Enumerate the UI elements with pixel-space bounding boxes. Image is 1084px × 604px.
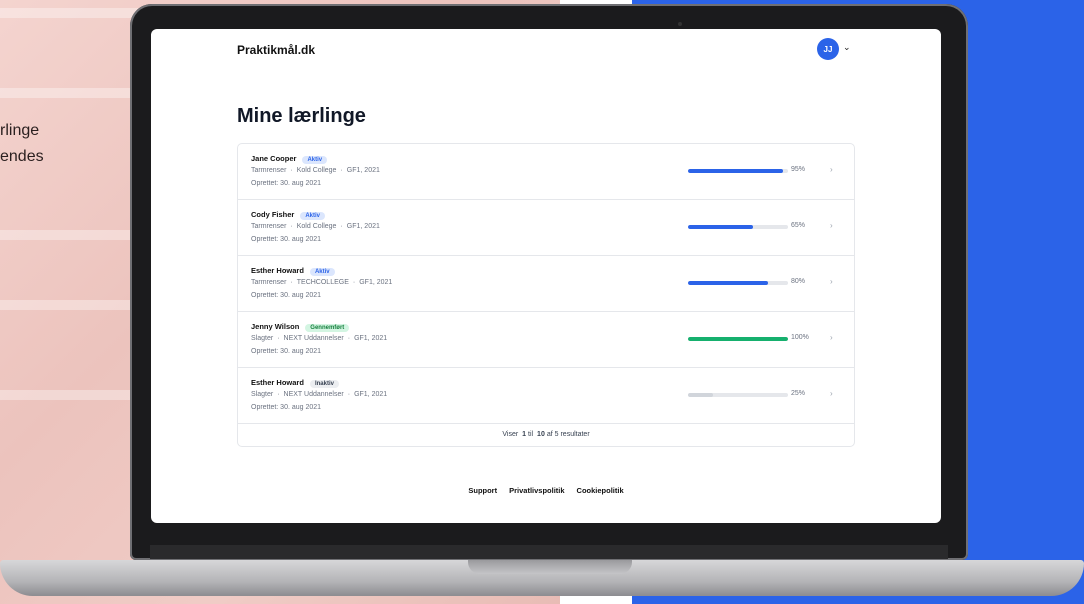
apprentice-name-text: Jane Cooper (251, 154, 297, 163)
apprentice-details: Slagter · NEXT Uddannelser · GF1, 2021 (251, 335, 387, 342)
apprentice-details: Tarmrenser · Kold College · GF1, 2021 (251, 167, 380, 174)
progress-percent: 95% (791, 166, 806, 173)
brand-logo[interactable]: Praktikmål.dk (237, 43, 315, 57)
status-badge: Gennemført (305, 324, 350, 332)
list-item[interactable]: Esther Howard Inaktiv Slagter · NEXT Uddann… (238, 368, 854, 424)
trade-text: Tarmrenser (251, 167, 287, 174)
status-badge: Inaktiv (309, 380, 339, 388)
school-text: NEXT Uddannelser (283, 391, 344, 398)
apprentice-name-text: Esther Howard (251, 378, 304, 387)
apprentice-name: Jane Cooper Aktiv (251, 154, 328, 164)
trade-text: Tarmrenser (251, 223, 287, 230)
chevron-right-icon[interactable]: › (830, 221, 833, 230)
side-caption-line: endes (0, 148, 44, 165)
pager-from: 1 (522, 430, 527, 438)
separator-dot: · (340, 167, 343, 174)
status-badge: Aktiv (302, 156, 328, 164)
separator-dot: · (340, 223, 343, 230)
pager-to: 10 (537, 430, 545, 438)
app-screen: Praktikmål.dk JJ ⌄ Mine lærlinge Jane Co… (151, 29, 941, 523)
progress-percent: 65% (791, 222, 806, 229)
created-date: Oprettet: 30. aug 2021 (251, 236, 322, 243)
progress-bar (688, 337, 788, 341)
pager-suffix: af 5 resultater (546, 430, 590, 438)
separator-dot: · (290, 279, 293, 286)
apprentice-details: Slagter · NEXT Uddannelser · GF1, 2021 (251, 391, 387, 398)
chevron-right-icon[interactable]: › (830, 165, 833, 174)
apprentice-name: Esther Howard Inaktiv (251, 378, 339, 388)
laptop-notch (468, 560, 632, 574)
progress-fill (688, 169, 783, 173)
pager-mid: til (528, 430, 534, 438)
program-text: GF1, 2021 (354, 391, 388, 398)
footer-cookie-link[interactable]: Cookiepolitik (577, 486, 624, 495)
side-caption-line: rlinge (0, 122, 40, 139)
apprentice-details: Tarmrenser · TECHCOLLEGE · GF1, 2021 (251, 279, 392, 286)
school-text: TECHCOLLEGE (296, 279, 349, 286)
created-date: Oprettet: 30. aug 2021 (251, 348, 322, 355)
created-date: Oprettet: 30. aug 2021 (251, 404, 322, 411)
progress-fill (688, 337, 788, 341)
avatar[interactable]: JJ (817, 38, 839, 60)
chevron-right-icon[interactable]: › (830, 277, 833, 286)
chevron-right-icon[interactable]: › (830, 389, 833, 398)
separator-dot: · (290, 167, 293, 174)
apprentice-list: Jane Cooper Aktiv Tarmrenser · Kold College… (237, 143, 855, 447)
footer-links: Support Privatlivspolitik Cookiepolitik (151, 486, 941, 495)
program-text: GF1, 2021 (359, 279, 393, 286)
trade-text: Slagter (251, 335, 274, 342)
apprentice-name-text: Cody Fisher (251, 210, 295, 219)
progress-fill (688, 281, 768, 285)
progress-percent: 100% (791, 334, 809, 341)
camera-dot (678, 22, 682, 26)
school-text: Kold College (296, 167, 337, 174)
footer-privacy-link[interactable]: Privatlivspolitik (509, 486, 564, 495)
school-text: NEXT Uddannelser (283, 335, 344, 342)
progress-percent: 80% (791, 278, 806, 285)
status-badge: Aktiv (300, 212, 326, 220)
list-item[interactable]: Esther Howard Aktiv Tarmrenser · TECHCOLLEG… (238, 256, 854, 312)
footer-support-link[interactable]: Support (468, 486, 497, 495)
separator-dot: · (277, 335, 280, 342)
program-text: GF1, 2021 (354, 335, 388, 342)
progress-percent: 25% (791, 390, 806, 397)
separator-dot: · (277, 391, 280, 398)
separator-dot: · (290, 223, 293, 230)
school-text: Kold College (296, 223, 337, 230)
apprentice-name-text: Esther Howard (251, 266, 304, 275)
separator-dot: · (347, 335, 351, 342)
apprentice-details: Tarmrenser · Kold College · GF1, 2021 (251, 223, 380, 230)
laptop-bezel (150, 545, 948, 559)
progress-bar (688, 393, 788, 397)
apprentice-name-text: Jenny Wilson (251, 322, 300, 331)
program-text: GF1, 2021 (346, 223, 380, 230)
chevron-right-icon[interactable]: › (830, 333, 833, 342)
separator-dot: · (347, 391, 351, 398)
created-date: Oprettet: 30. aug 2021 (251, 292, 322, 299)
trade-text: Slagter (251, 391, 274, 398)
status-badge: Aktiv (309, 268, 335, 276)
page-title: Mine lærlinge (237, 105, 366, 127)
side-caption: rlinge endes (0, 118, 44, 170)
chevron-down-icon[interactable]: ⌄ (843, 42, 851, 53)
pager-prefix: Viser (502, 430, 519, 438)
program-text: GF1, 2021 (346, 167, 380, 174)
progress-bar (688, 281, 788, 285)
created-date: Oprettet: 30. aug 2021 (251, 180, 322, 187)
list-item[interactable]: Cody Fisher Aktiv Tarmrenser · Kold College… (238, 200, 854, 256)
progress-fill (688, 393, 713, 397)
trade-text: Tarmrenser (251, 279, 287, 286)
progress-bar (688, 169, 788, 173)
progress-bar (688, 225, 788, 229)
apprentice-name: Cody Fisher Aktiv (251, 210, 326, 220)
separator-dot: · (352, 279, 356, 286)
list-item[interactable]: Jane Cooper Aktiv Tarmrenser · Kold College… (238, 144, 854, 200)
pagination-summary: Viser 1 til 10 af 5 resultater (238, 422, 854, 446)
list-item[interactable]: Jenny Wilson Gennemført Slagter · NEXT Udda… (238, 312, 854, 368)
progress-fill (688, 225, 753, 229)
apprentice-name: Esther Howard Aktiv (251, 266, 335, 276)
apprentice-name: Jenny Wilson Gennemført (251, 322, 350, 332)
